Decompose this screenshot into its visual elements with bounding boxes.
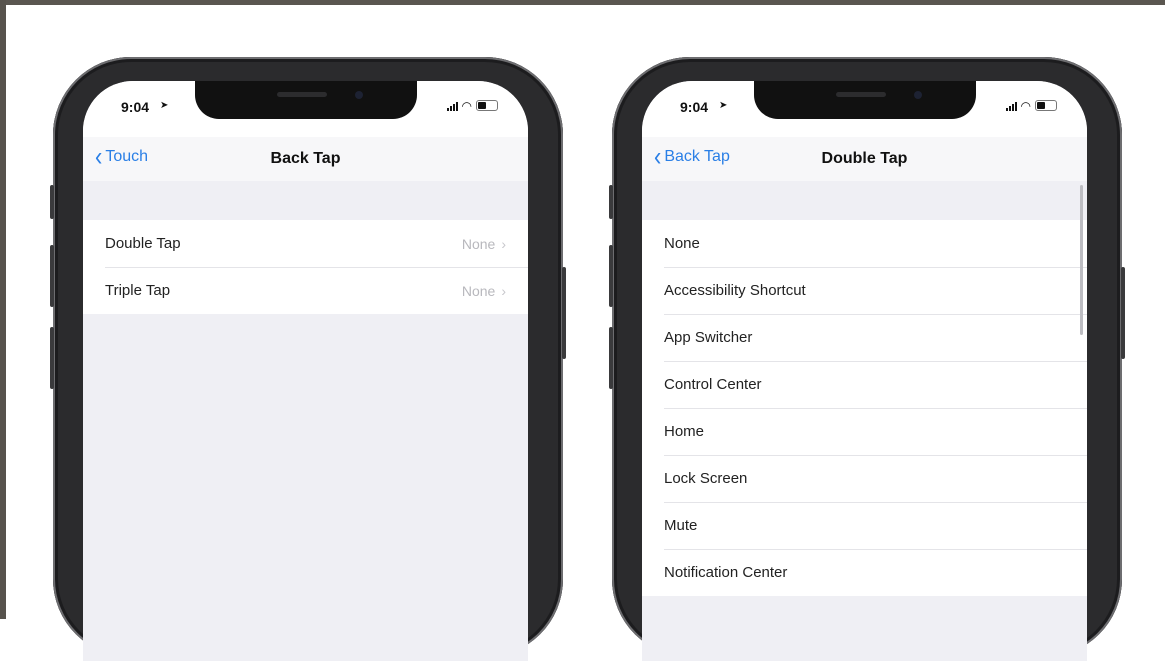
double-tap-options-list: None Accessibility Shortcut App Switcher… <box>642 220 1087 596</box>
option-label: App Switcher <box>664 329 753 346</box>
camera <box>914 91 922 99</box>
volume-up-button <box>609 245 613 307</box>
row-value: None › <box>461 282 506 299</box>
option-label: Mute <box>664 517 698 534</box>
frame-top-border <box>0 0 1165 5</box>
screen: 9:04 ➤ ◠ ‹ Touch Back Tap Double Tap Non… <box>83 81 528 661</box>
nav-bar: ‹ Back Tap Double Tap <box>642 137 1087 181</box>
location-arrow-icon: ➤ <box>719 100 728 111</box>
phone-back-tap: 9:04 ➤ ◠ ‹ Touch Back Tap Double Tap Non… <box>50 57 566 661</box>
wifi-icon: ◠ <box>1020 98 1031 113</box>
phone-double-tap: 9:04 ➤ ◠ ‹ Back Tap Double Tap None Acce <box>609 57 1125 661</box>
option-label: Home <box>664 423 705 440</box>
list-item[interactable]: Notification Center <box>642 549 1087 596</box>
notch <box>195 81 417 119</box>
chevron-right-icon: › <box>501 282 506 299</box>
notch <box>754 81 976 119</box>
signal-icon <box>1005 101 1017 111</box>
chevron-right-icon: › <box>501 235 506 252</box>
side-button <box>1121 267 1125 359</box>
list-item[interactable]: Lock Screen <box>642 455 1087 502</box>
list-item[interactable]: Mute <box>642 502 1087 549</box>
screen: 9:04 ➤ ◠ ‹ Back Tap Double Tap None Acce <box>642 81 1087 661</box>
volume-up-button <box>50 245 54 307</box>
back-tap-list: Double Tap None › Triple Tap None › <box>83 220 528 314</box>
row-value: None › <box>461 235 506 252</box>
list-item-triple-tap[interactable]: Triple Tap None › <box>83 267 528 314</box>
system-icons: ◠ <box>1005 98 1057 113</box>
row-label: Double Tap <box>105 235 181 252</box>
speaker <box>277 92 327 97</box>
page-title: Double Tap <box>821 150 908 167</box>
wifi-icon: ◠ <box>461 98 472 113</box>
silent-switch <box>609 185 613 219</box>
page-title: Back Tap <box>270 150 341 167</box>
signal-icon <box>446 101 458 111</box>
option-label: None <box>664 235 700 252</box>
list-item[interactable]: Home <box>642 408 1087 455</box>
volume-down-button <box>609 327 613 389</box>
list-item[interactable]: None <box>642 220 1087 267</box>
volume-down-button <box>50 327 54 389</box>
scroll-indicator[interactable] <box>1080 185 1083 335</box>
battery-icon <box>476 100 498 111</box>
list-item-double-tap[interactable]: Double Tap None › <box>83 220 528 267</box>
nav-bar: ‹ Touch Back Tap <box>83 137 528 181</box>
option-label: Lock Screen <box>664 470 748 487</box>
side-button <box>562 267 566 359</box>
battery-icon <box>1035 100 1057 111</box>
camera <box>355 91 363 99</box>
silent-switch <box>50 185 54 219</box>
system-icons: ◠ <box>446 98 498 113</box>
list-item[interactable]: Accessibility Shortcut <box>642 267 1087 314</box>
frame-left-border <box>0 0 6 619</box>
status-time: 9:04 <box>121 99 150 115</box>
option-label: Accessibility Shortcut <box>664 282 806 299</box>
option-label: Control Center <box>664 376 762 393</box>
status-time: 9:04 <box>680 99 709 115</box>
location-arrow-icon: ➤ <box>160 100 169 111</box>
speaker <box>836 92 886 97</box>
list-item[interactable]: Control Center <box>642 361 1087 408</box>
list-item[interactable]: App Switcher <box>642 314 1087 361</box>
row-label: Triple Tap <box>105 282 171 299</box>
option-label: Notification Center <box>664 564 788 581</box>
